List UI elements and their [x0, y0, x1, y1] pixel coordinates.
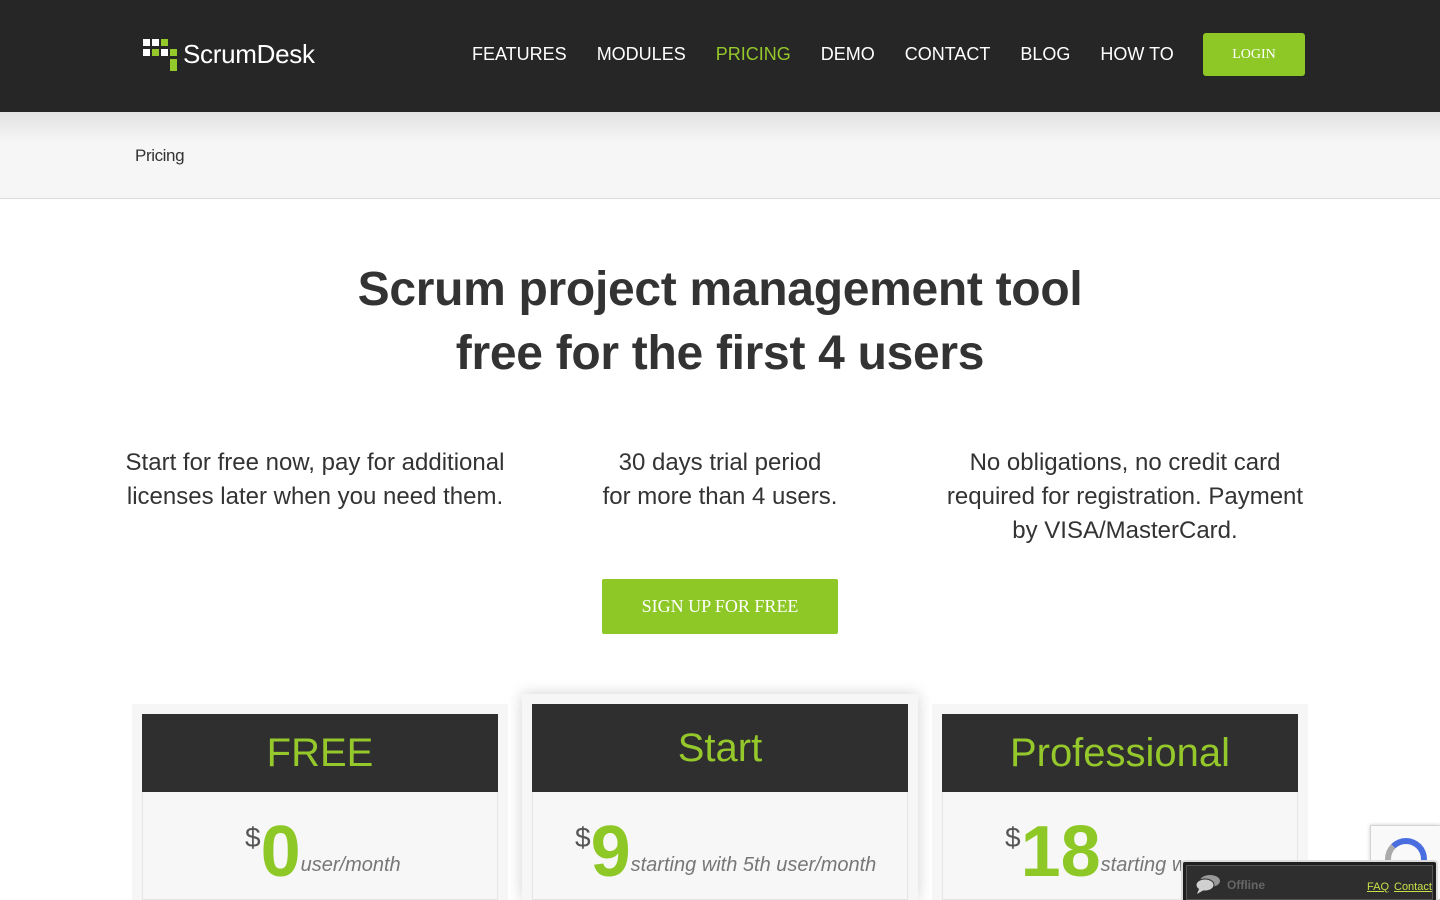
breadcrumb-current: Pricing	[135, 146, 185, 165]
page-title: Scrum project management tool free for t…	[0, 258, 1440, 386]
nav-pricing[interactable]: PRICING	[701, 44, 806, 65]
nav-blog[interactable]: BLOG	[1005, 44, 1085, 65]
title-line-2: free for the first 4 users	[455, 327, 985, 380]
feature-trial-line-1: 30 days trial period	[618, 449, 822, 476]
price-unit: starting w	[1100, 854, 1187, 876]
logo-wordmark: ScrumDesk	[183, 38, 315, 69]
price-currency: $	[245, 822, 261, 853]
plan-price: $ 0 user/month	[245, 812, 401, 892]
nav-how-to[interactable]: HOW TO	[1085, 44, 1188, 65]
top-navigation-bar: ScrumDesk FEATURES MODULES PRICING DEMO …	[0, 0, 1440, 112]
price-unit: starting with 5th user/month	[630, 854, 877, 876]
logo-grid-icon	[143, 37, 177, 71]
main-nav: FEATURES MODULES PRICING DEMO CONTACT BL…	[457, 33, 1189, 75]
chat-faq-link[interactable]: FAQ	[1367, 881, 1389, 893]
plan-name: Professional	[942, 714, 1298, 792]
chat-contact-link[interactable]: Contact	[1394, 881, 1432, 893]
price-amount: 0	[260, 812, 301, 892]
login-button[interactable]: LOGIN	[1203, 33, 1305, 76]
price-amount: 18	[1020, 812, 1101, 892]
plan-card-free: FREE $ 0 user/month	[132, 704, 508, 900]
plan-name: Start	[532, 704, 908, 792]
price-currency: $	[575, 822, 591, 853]
chat-panel: Offline FAQ Contact	[1186, 865, 1433, 900]
chat-bubbles-icon	[1195, 875, 1220, 894]
plan-name: FREE	[142, 714, 498, 792]
feature-no-obligations: No obligations, no credit card required …	[946, 449, 1304, 544]
price-currency: $	[1005, 822, 1021, 853]
nav-contact[interactable]: CONTACT	[890, 44, 1006, 65]
chat-status: Offline	[1227, 878, 1265, 892]
feature-pay-later: Start for free now, pay for additional l…	[125, 449, 505, 510]
plan-price: $ 18 starting w	[1005, 812, 1186, 892]
nav-demo[interactable]: DEMO	[806, 44, 890, 65]
live-chat-widget[interactable]: Offline FAQ Contact	[1181, 860, 1438, 900]
plan-body: $ 9 starting with 5th user/month	[532, 792, 908, 900]
feature-trial-line-2: for more than 4 users.	[602, 483, 838, 510]
price-amount: 9	[590, 812, 631, 892]
title-line-1: Scrum project management tool	[357, 263, 1083, 316]
plan-price: $ 9 starting with 5th user/month	[575, 812, 876, 892]
plan-card-start: Start $ 9 starting with 5th user/month	[522, 694, 918, 900]
scrumdesk-logo[interactable]: ScrumDesk	[143, 37, 315, 71]
breadcrumb-bar: Pricing	[0, 112, 1440, 199]
header-shadow	[0, 112, 1440, 142]
sign-up-free-button[interactable]: SIGN UP FOR FREE	[602, 579, 838, 634]
nav-modules[interactable]: MODULES	[582, 44, 701, 65]
nav-features[interactable]: FEATURES	[457, 44, 582, 65]
price-unit: user/month	[300, 854, 401, 876]
plan-body: $ 0 user/month	[142, 792, 498, 900]
feature-trial: 30 days trial period for more than 4 use…	[560, 446, 880, 514]
